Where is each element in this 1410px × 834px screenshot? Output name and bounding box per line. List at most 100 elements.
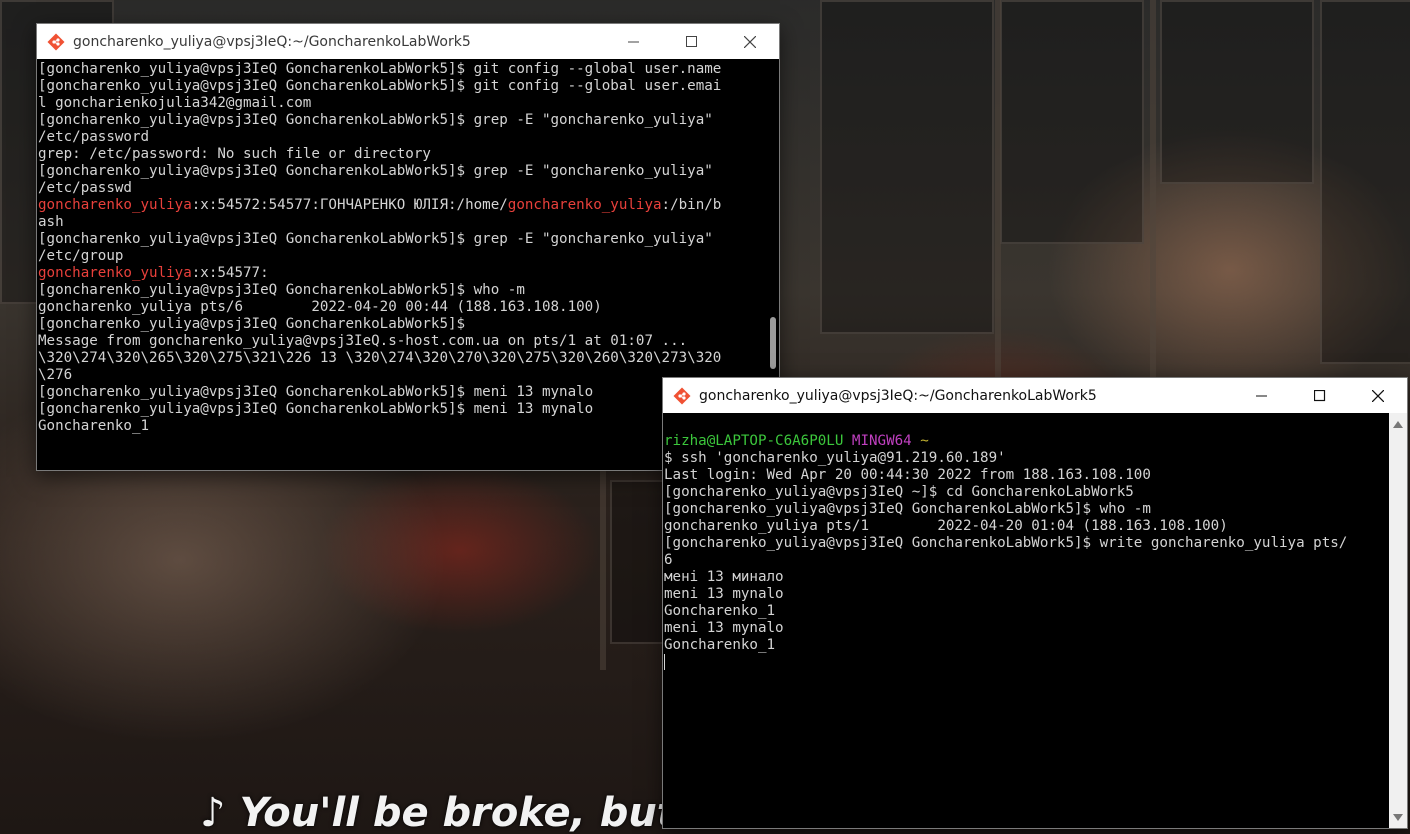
terminal-text: [goncharenko_yuliya@vpsj3IeQ Goncharenko…	[38, 231, 713, 247]
terminal-text: 6	[664, 552, 673, 568]
terminal-text: rizha@LAPTOP-C6A6P0LU	[664, 433, 852, 449]
close-button[interactable]	[1349, 378, 1407, 413]
terminal-line: Last login: Wed Apr 20 00:44:30 2022 fro…	[664, 467, 1389, 484]
terminal-text: [goncharenko_yuliya@vpsj3IeQ Goncharenko…	[664, 535, 1348, 551]
terminal-line: [goncharenko_yuliya@vpsj3IeQ Goncharenko…	[38, 231, 767, 248]
git-bash-icon	[671, 385, 693, 407]
terminal-line: goncharenko_yuliya:x:54572:54577:ГОНЧАРЕ…	[38, 197, 767, 214]
terminal-text: goncharenko_yuliya pts/6 2022-04-20 00:4…	[38, 299, 602, 315]
window-frame	[1150, 0, 1156, 380]
terminal-text: /etc/passwd	[38, 180, 132, 196]
git-bash-icon	[45, 31, 67, 53]
terminal-line: /etc/group	[38, 248, 767, 265]
terminal-line: /etc/passwd	[38, 180, 767, 197]
terminal-line: goncharenko_yuliya:x:54577:	[38, 265, 767, 282]
terminal-line: $ ssh 'goncharenko_yuliya@91.219.60.189'	[664, 450, 1389, 467]
terminal-line: ash	[38, 214, 767, 231]
terminal-output[interactable]: rizha@LAPTOP-C6A6P0LU MINGW64 ~ $ ssh 'go…	[663, 431, 1389, 828]
terminal-line: [goncharenko_yuliya@vpsj3IeQ Goncharenko…	[38, 78, 767, 95]
minimize-button[interactable]	[1233, 378, 1291, 413]
maximize-icon	[1314, 389, 1326, 401]
scrollbar[interactable]	[1389, 413, 1407, 828]
minimize-button[interactable]	[605, 24, 663, 59]
terminal-text: l gonchar​ienkojulia342@gmail.com	[38, 95, 312, 111]
terminal-line: goncharenko_yuliya pts/6 2022-04-20 00:4…	[38, 299, 767, 316]
scroll-up-icon	[1393, 420, 1403, 428]
window-frame	[995, 0, 1001, 380]
terminal-line: [goncharenko_yuliya@vpsj3IeQ Goncharenko…	[38, 163, 767, 180]
terminal-text: [goncharenko_yuliya@vpsj3IeQ Goncharenko…	[664, 501, 1151, 517]
terminal-text: Goncharenko_1	[664, 603, 776, 619]
terminal-text: [goncharenko_yuliya@vpsj3IeQ Goncharenko…	[38, 61, 722, 77]
scroll-up-button[interactable]	[1389, 417, 1407, 431]
terminal-text: grep: /etc/password: No such file or dir…	[38, 146, 431, 162]
terminal-line: [goncharenko_yuliya@vpsj3IeQ ~]$ cd Gonc…	[664, 484, 1389, 501]
terminal-text: :/bin/b	[661, 197, 722, 213]
terminal-line: [goncharenko_yuliya@vpsj3IeQ Goncharenko…	[664, 535, 1389, 552]
window-pane	[1320, 0, 1410, 364]
text-cursor	[664, 654, 665, 670]
terminal-text: Goncharenko_1	[664, 637, 776, 653]
window-title: goncharenko_yuliya@vpsj3IeQ:~/Goncharenk…	[699, 387, 1097, 404]
terminal-line	[664, 654, 1389, 671]
terminal-line: [goncharenko_yuliya@vpsj3IeQ Goncharenko…	[38, 401, 767, 418]
terminal-line: [goncharenko_yuliya@vpsj3IeQ Goncharenko…	[38, 384, 767, 401]
terminal-text: goncharenko_yuliya	[38, 265, 192, 281]
terminal-text: /etc/group	[38, 248, 124, 264]
title-bar[interactable]: goncharenko_yuliya@vpsj3IeQ:~/Goncharenk…	[37, 24, 779, 59]
terminal-text: Goncharenko_1	[38, 418, 150, 434]
terminal-text: Message from goncharenko_yuliya@vpsj3IeQ…	[38, 333, 688, 349]
terminal-line: [goncharenko_yuliya@vpsj3IeQ Goncharenko…	[38, 112, 767, 129]
terminal-line: мені 13 минало	[664, 569, 1389, 586]
terminal-line: [goncharenko_yuliya@vpsj3IeQ Goncharenko…	[664, 501, 1389, 518]
maximize-button[interactable]	[1291, 378, 1349, 413]
maximize-button[interactable]	[663, 24, 721, 59]
terminal-line: meni 13 mynalo	[664, 586, 1389, 603]
minimize-icon	[1256, 395, 1267, 396]
scroll-down-button[interactable]	[1389, 810, 1407, 824]
close-button[interactable]	[721, 24, 779, 59]
terminal-text: [goncharenko_yuliya@vpsj3IeQ Goncharenko…	[38, 316, 466, 332]
terminal-line: 6	[664, 552, 1389, 569]
terminal-text: [goncharenko_yuliya@vpsj3IeQ Goncharenko…	[38, 384, 594, 400]
terminal-text: ash	[38, 214, 64, 230]
terminal-line: \276	[38, 367, 767, 384]
close-icon	[744, 35, 756, 48]
terminal-line: rizha@LAPTOP-C6A6P0LU MINGW64 ~	[664, 433, 1389, 450]
terminal-text: goncharenko_yuliya pts/1 2022-04-20 01:0…	[664, 518, 1228, 534]
terminal-text: мені 13 минало	[664, 569, 784, 585]
terminal-line: grep: /etc/password: No such file or dir…	[38, 146, 767, 163]
terminal-text: goncharenko_yuliya	[38, 197, 192, 213]
window-pane	[1000, 0, 1144, 244]
terminal-line: meni 13 mynalo	[664, 620, 1389, 637]
terminal-line: Goncharenko_1	[38, 418, 767, 435]
terminal-text: Last login: Wed Apr 20 00:44:30 2022 fro…	[664, 467, 1151, 483]
window-frame	[600, 470, 606, 670]
terminal-text: meni 13 mynalo	[664, 620, 784, 636]
terminal-text: goncharenko_yuliya	[507, 197, 662, 213]
terminal-text: \320\274\320\265\320\275\321\226 13 \320…	[38, 350, 722, 366]
title-bar[interactable]: goncharenko_yuliya@vpsj3IeQ:~/Goncharenk…	[663, 378, 1407, 413]
terminal-text: \276	[38, 367, 73, 383]
terminal-line: [goncharenko_yuliya@vpsj3IeQ Goncharenko…	[38, 61, 767, 78]
minimize-icon	[628, 41, 639, 42]
close-icon	[1372, 389, 1384, 402]
terminal-line: Goncharenko_1	[664, 603, 1389, 620]
terminal-text: :x:54572:54577:ГОНЧАРЕНКО ЮЛІЯ:/home/	[191, 197, 508, 213]
terminal-line: [goncharenko_yuliya@vpsj3IeQ Goncharenko…	[38, 282, 767, 299]
terminal-text: MINGW64	[851, 433, 912, 449]
terminal-text: [goncharenko_yuliya@vpsj3IeQ Goncharenko…	[38, 401, 594, 417]
terminal-line: l gonchar​ienkojulia342@gmail.com	[38, 95, 767, 112]
terminal-line: [goncharenko_yuliya@vpsj3IeQ Goncharenko…	[38, 316, 767, 333]
window-title: goncharenko_yuliya@vpsj3IeQ:~/Goncharenk…	[73, 33, 471, 50]
terminal-line: \320\274\320\265\320\275\321\226 13 \320…	[38, 350, 767, 367]
window-pane	[1160, 0, 1314, 184]
terminal-line: /etc/password	[38, 129, 767, 146]
terminal-text: $ ssh 'goncharenko_yuliya@91.219.60.189'	[664, 450, 1006, 466]
scrollbar-thumb[interactable]	[770, 317, 776, 369]
terminal-output[interactable]: [goncharenko_yuliya@vpsj3IeQ Goncharenko…	[37, 59, 767, 470]
terminal-window-2[interactable]: goncharenko_yuliya@vpsj3IeQ:~/Goncharenk…	[662, 377, 1408, 829]
terminal-text: /etc/password	[38, 129, 150, 145]
terminal-line: Goncharenko_1	[664, 637, 1389, 654]
window-pane	[820, 0, 994, 334]
